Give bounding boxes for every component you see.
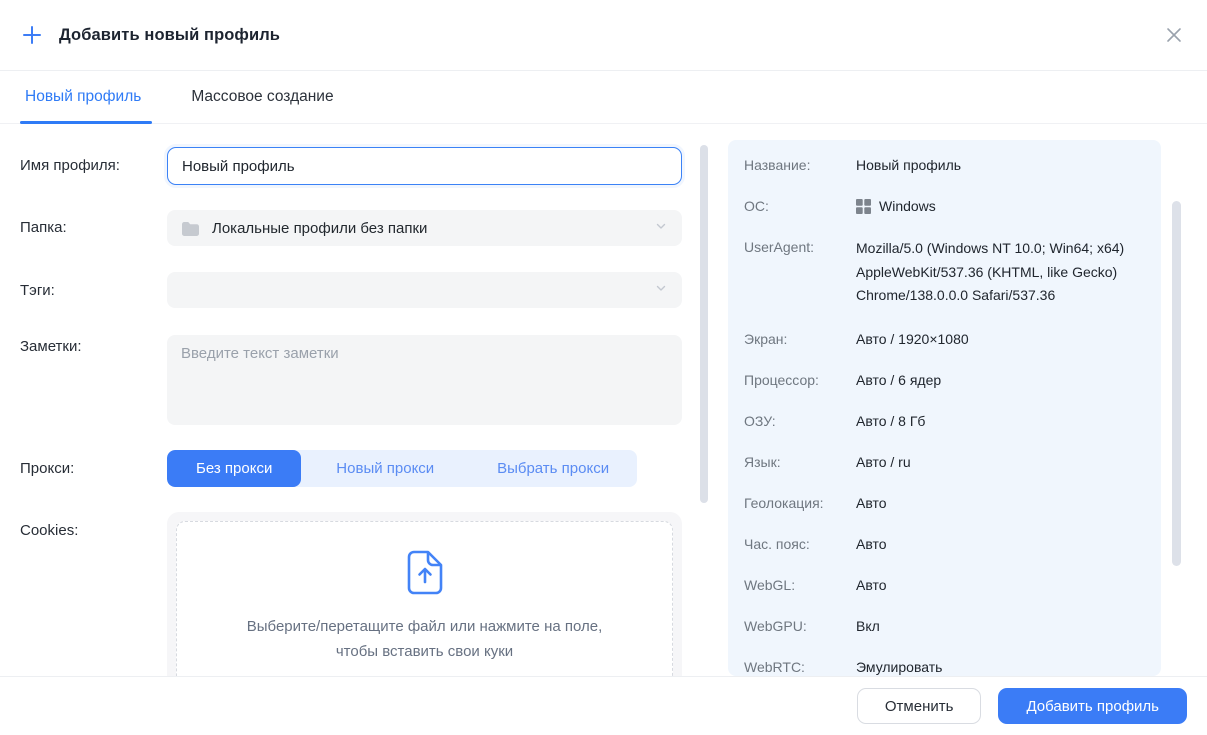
folder-select[interactable]: Локальные профили без папки <box>167 210 682 246</box>
tab-bulk-create[interactable]: Массовое создание <box>186 71 338 123</box>
summary-row-os: ОС: Windows <box>744 196 1145 216</box>
tab-new-profile[interactable]: Новый профиль <box>20 71 146 123</box>
form-scrollbar-thumb[interactable] <box>700 145 708 503</box>
cookies-label: Cookies: <box>20 522 78 540</box>
summary-row-useragent: UserAgent: Mozilla/5.0 (Windows NT 10.0;… <box>744 237 1145 308</box>
summary-row-webrtc: WebRTC: Эмулировать <box>744 657 1145 677</box>
summary-row-webgl: WebGL: Авто <box>744 575 1145 595</box>
notes-label: Заметки: <box>20 338 82 356</box>
folder-select-value: Локальные профили без папки <box>212 220 427 237</box>
summary-row-name: Название: Новый профиль <box>744 155 1145 175</box>
cookies-dropzone[interactable]: Выберите/перетащите файл или нажмите на … <box>176 521 673 676</box>
dialog-header: Добавить новый профиль <box>0 0 1207 71</box>
proxy-option-new[interactable]: Новый прокси <box>301 450 469 487</box>
summary-row-language: Язык: Авто / ru <box>744 452 1145 472</box>
add-profile-button[interactable]: Добавить профиль <box>998 688 1187 724</box>
summary-scrollbar-thumb[interactable] <box>1172 201 1181 566</box>
tags-label: Тэги: <box>20 282 55 300</box>
chevron-down-icon <box>654 281 668 300</box>
cookies-dropzone-text: Выберите/перетащите файл или нажмите на … <box>240 614 610 664</box>
summary-row-webgpu: WebGPU: Вкл <box>744 616 1145 636</box>
proxy-option-none[interactable]: Без прокси <box>167 450 301 487</box>
cookies-container: Выберите/перетащите файл или нажмите на … <box>167 512 682 676</box>
file-upload-icon <box>407 550 443 600</box>
summary-row-cpu: Процессор: Авто / 6 ядер <box>744 370 1145 390</box>
plus-icon <box>20 23 44 47</box>
profile-summary-panel: Название: Новый профиль ОС: Windows User… <box>728 140 1161 676</box>
close-icon[interactable] <box>1161 22 1187 48</box>
add-profile-dialog: Добавить новый профиль Новый профиль Мас… <box>0 0 1207 735</box>
chevron-down-icon <box>654 219 668 238</box>
profile-form: Имя профиля: Папка: Локальные профили бе… <box>0 124 712 676</box>
dialog-footer: Отменить Добавить профиль <box>0 676 1207 735</box>
proxy-segmented-control: Без прокси Новый прокси Выбрать прокси <box>167 450 637 487</box>
summary-row-screen: Экран: Авто / 1920×1080 <box>744 329 1145 349</box>
folder-label: Папка: <box>20 219 67 237</box>
cancel-button[interactable]: Отменить <box>857 688 982 724</box>
summary-row-ram: ОЗУ: Авто / 8 Гб <box>744 411 1145 431</box>
proxy-label: Прокси: <box>20 460 74 478</box>
profile-name-input[interactable] <box>167 147 682 185</box>
windows-logo-icon <box>856 199 871 214</box>
summary-row-timezone: Час. пояс: Авто <box>744 534 1145 554</box>
summary-row-geolocation: Геолокация: Авто <box>744 493 1145 513</box>
proxy-option-choose[interactable]: Выбрать прокси <box>469 450 637 487</box>
profile-name-label: Имя профиля: <box>20 157 120 175</box>
dialog-tabs: Новый профиль Массовое создание <box>0 71 1207 124</box>
dialog-title: Добавить новый профиль <box>59 26 280 45</box>
tags-select[interactable] <box>167 272 682 308</box>
notes-textarea[interactable] <box>167 335 682 425</box>
summary-os-value: Windows <box>879 196 936 216</box>
folder-icon <box>181 221 200 236</box>
